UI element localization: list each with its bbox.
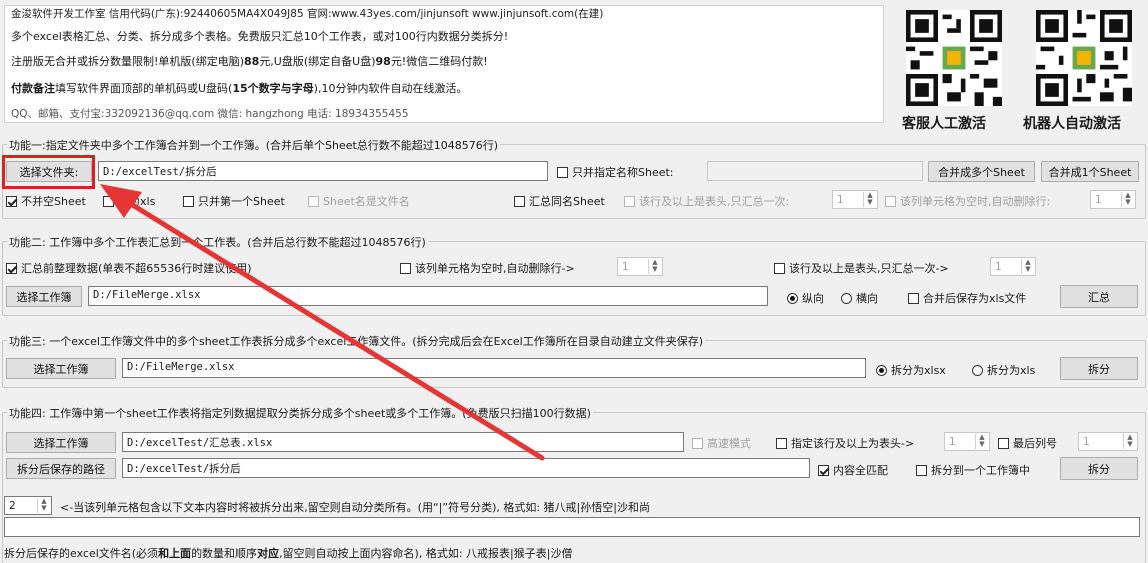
fast-mode-checkbox[interactable]: 高速模式 — [692, 435, 751, 451]
stepper-arrows-icon[interactable]: ▲ ▼ — [648, 259, 661, 274]
filename-hint-text: 拆分后保存的excel文件名(必须和上面的数量和顺序对应,留空则自动按上面内容命… — [4, 547, 573, 560]
stepper-arrows-icon[interactable]: ▲ ▼ — [1123, 434, 1136, 449]
split-xlsx-radio[interactable]: 拆分为xlsx — [876, 362, 946, 378]
save-xls-checkbox[interactable]: 存为xls — [103, 193, 155, 209]
folder-path-input[interactable]: D:/excelTest/拆分后 — [98, 161, 548, 181]
func3-file-path-input[interactable]: D:/FileMerge.xlsx — [122, 358, 866, 378]
company-line: 金浚软件开发工作室 信用代码(广东):92440605MA4X049J85 官网… — [11, 8, 604, 20]
func2-title: 功能二: 工作簿中多个工作表汇总到一个工作表。(合并后总行数不能超过104857… — [7, 234, 428, 250]
func2-file-path-input[interactable]: D:/FileMerge.xlsx — [88, 286, 768, 306]
func3-title: 功能三: 一个excel工作簿文件中的多个sheet工作表拆分成多个excel工… — [7, 333, 705, 349]
sheet-name-is-file-checkbox[interactable]: Sheet名是文件名 — [308, 193, 410, 209]
filter-text-input[interactable] — [4, 517, 1140, 537]
func4-split-button[interactable]: 拆分 — [1060, 457, 1138, 480]
column-hint-text: <-当该列单元格包含以下文本内容时将被拆分出来,留空则自动分类所有。(用“|”符… — [60, 501, 650, 514]
no-empty-sheet-checkbox[interactable]: 不并空Sheet — [6, 193, 86, 209]
func4-header-rows-stepper[interactable]: 1 ▲ ▼ — [944, 432, 990, 451]
func4-file-path-input[interactable]: D:/excelTest/汇总表.xlsx — [122, 432, 684, 452]
pre-clean-checkbox[interactable]: 汇总前整理数据(单表不超65536行时建议使用) — [6, 260, 252, 276]
only-first-sheet-checkbox[interactable]: 只并第一个Sheet — [183, 193, 285, 209]
qr-code-robot-icon — [1036, 10, 1132, 106]
func1-title: 功能一:指定文件夹中多个工作簿合并到一个工作簿。(合并后单个Sheet总行数不能… — [7, 137, 501, 153]
merge-one-sheet-button[interactable]: 合并成1个Sheet — [1041, 161, 1139, 182]
description-line: 多个excel表格汇总、分类、拆分成多个表格。免费版只汇总10个工作表，或对10… — [11, 30, 509, 43]
stepper-arrows-icon[interactable]: ▲ ▼ — [37, 498, 50, 513]
func2-header-rows-stepper[interactable]: 1 ▲ ▼ — [990, 257, 1036, 276]
select-folder-highlight — [2, 155, 95, 189]
empty-col-checkbox[interactable]: 该列单元格为空时,自动删除行: — [885, 193, 1050, 209]
full-match-checkbox[interactable]: 内容全匹配 — [818, 462, 888, 478]
horizontal-radio[interactable]: 横向 — [841, 290, 878, 306]
qr-right-label: 机器人自动激活 — [1023, 116, 1121, 132]
last-col-checkbox[interactable]: 最后列号 — [998, 435, 1057, 451]
save-xls-after-checkbox[interactable]: 合并后保存为xls文件 — [908, 290, 1026, 306]
contact-line: QQ、邮箱、支付宝:332092136@qq.com 微信: hangzhong… — [11, 108, 409, 120]
last-col-stepper[interactable]: 1 ▲ ▼ — [1078, 432, 1138, 451]
summary-same-name-checkbox[interactable]: 汇总同名Sheet — [514, 193, 605, 209]
func3-select-workbook-button[interactable]: 选择工作簿 — [6, 358, 116, 379]
info-panel: 金浚软件开发工作室 信用代码(广东):92440605MA4X049J85 官网… — [4, 5, 884, 123]
stepper-arrows-icon[interactable]: ▲ ▼ — [863, 192, 876, 207]
func2-select-workbook-button[interactable]: 选择工作簿 — [6, 286, 82, 307]
header-rows-checkbox[interactable]: 该行及以上是表头,只汇总一次: — [624, 193, 789, 209]
qr-code-service-icon — [906, 10, 1002, 106]
stepper-arrows-icon[interactable]: ▲ ▼ — [1121, 192, 1134, 207]
pricing-line: 注册版无合并或拆分数量限制!单机版(绑定电脑)88元,U盘版(绑定自备U盘)98… — [11, 55, 488, 68]
split-xls-radio[interactable]: 拆分为xls — [972, 362, 1035, 378]
only-merge-name-checkbox[interactable]: 只并指定名称Sheet: — [557, 164, 674, 180]
save-path-input[interactable]: D:/excelTest/拆分后 — [122, 458, 810, 478]
save-path-button[interactable]: 拆分后保存的路径 — [6, 458, 116, 479]
qr-left-label: 客服人工激活 — [902, 116, 986, 132]
split-to-one-checkbox[interactable]: 拆分到一个工作簿中 — [916, 462, 1030, 478]
payment-note-line: 付款备注填写软件界面顶部的单机码或U盘码(15个数字与字母),10分钟内软件自动… — [11, 82, 468, 95]
stepper-arrows-icon[interactable]: ▲ ▼ — [1021, 259, 1034, 274]
stepper-arrows-icon[interactable]: ▲ ▼ — [975, 434, 988, 449]
func4-select-workbook-button[interactable]: 选择工作簿 — [6, 432, 116, 453]
func2-empty-col-stepper[interactable]: 1 ▲ ▼ — [617, 257, 663, 276]
func4-title: 功能四: 工作簿中第一个sheet工作表将指定列数据提取分类拆分成多个sheet… — [7, 405, 593, 421]
vertical-radio[interactable]: 纵向 — [787, 290, 824, 306]
func2-empty-col-checkbox[interactable]: 该列单元格为空时,自动删除行-> — [400, 260, 575, 276]
func2-header-rows-checkbox[interactable]: 该行及以上是表头,只汇总一次-> — [774, 260, 949, 276]
empty-col-stepper[interactable]: 1 ▲ ▼ — [1090, 190, 1136, 209]
func4-header-rows-checkbox[interactable]: 指定该行及以上为表头-> — [776, 435, 914, 451]
sheet-name-input[interactable] — [707, 161, 923, 181]
column-number-stepper[interactable]: 2 ▲ ▼ — [4, 496, 52, 515]
merge-multi-sheet-button[interactable]: 合并成多个Sheet — [928, 161, 1035, 182]
summary-button[interactable]: 汇总 — [1060, 285, 1138, 308]
func3-split-button[interactable]: 拆分 — [1060, 357, 1138, 380]
header-rows-stepper[interactable]: 1 ▲ ▼ — [832, 190, 878, 209]
